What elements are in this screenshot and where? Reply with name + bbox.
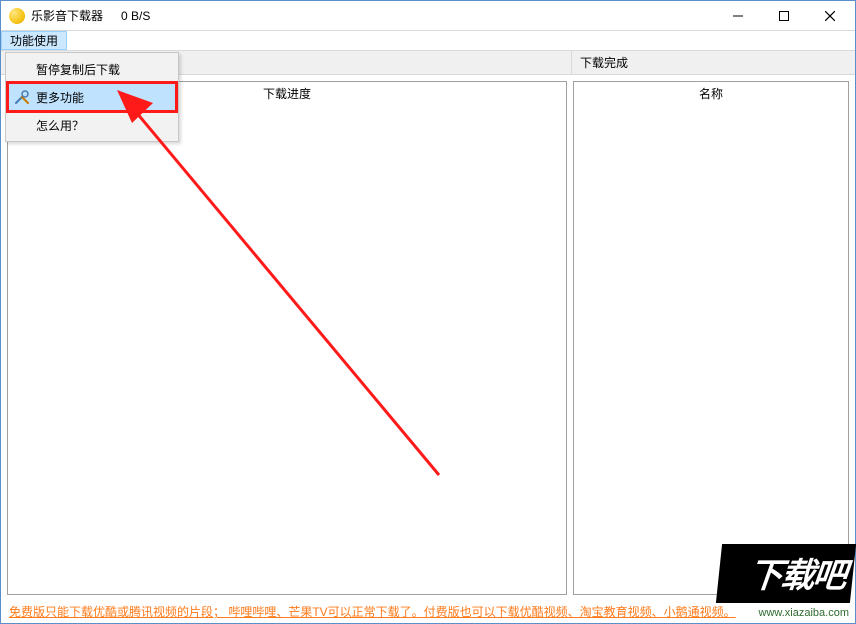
progress-panel-body [8, 104, 566, 594]
functions-dropdown: 暂停复制后下载 更多功能 怎么用？ [5, 52, 179, 142]
minimize-button[interactable] [715, 1, 761, 31]
header-download-complete-label: 下载完成 [580, 54, 628, 71]
menu-item-more-features[interactable]: 更多功能 [8, 83, 176, 111]
titlebar: 乐影音下载器 0 B/S [1, 1, 855, 31]
progress-panel: 下载进度 [7, 81, 567, 595]
footer-notice[interactable]: 免费版只能下载优酷或腾讯视频的片段； 哔哩哔哩、芒果TV可以正常下载了。付费版也… [1, 601, 855, 623]
window-title: 乐影音下载器 [31, 7, 103, 24]
menu-functions-label: 功能使用 [10, 32, 58, 49]
menubar: 功能使用 [1, 31, 855, 51]
menu-functions[interactable]: 功能使用 [1, 31, 67, 50]
app-icon [9, 8, 25, 24]
name-panel: 名称 [573, 81, 849, 595]
close-button[interactable] [807, 1, 853, 31]
window-controls [715, 1, 853, 31]
name-panel-header: 名称 [574, 82, 848, 104]
name-panel-body [574, 104, 848, 594]
name-panel-title: 名称 [699, 87, 723, 101]
app-window: 乐影音下载器 0 B/S 功能使用 下载完成 下载进度 [0, 0, 856, 624]
menu-item-how-to-use[interactable]: 怎么用？ [8, 111, 176, 139]
menu-item-help-label: 怎么用？ [36, 117, 84, 134]
footer-notice-text: 免费版只能下载优酷或腾讯视频的片段； 哔哩哔哩、芒果TV可以正常下载了。付费版也… [9, 605, 736, 619]
content-area: 下载进度 名称 [1, 75, 855, 601]
maximize-button[interactable] [761, 1, 807, 31]
close-icon [825, 11, 835, 21]
progress-panel-title: 下载进度 [263, 87, 311, 101]
header-download-complete: 下载完成 [571, 51, 855, 74]
maximize-icon [779, 11, 789, 21]
tools-icon [14, 89, 30, 105]
menu-item-more-label: 更多功能 [36, 89, 84, 106]
menu-item-pause-after-copy[interactable]: 暂停复制后下载 [8, 55, 176, 83]
speed-indicator: 0 B/S [121, 9, 150, 23]
menu-item-pause-label: 暂停复制后下载 [36, 61, 120, 78]
minimize-icon [733, 11, 743, 21]
